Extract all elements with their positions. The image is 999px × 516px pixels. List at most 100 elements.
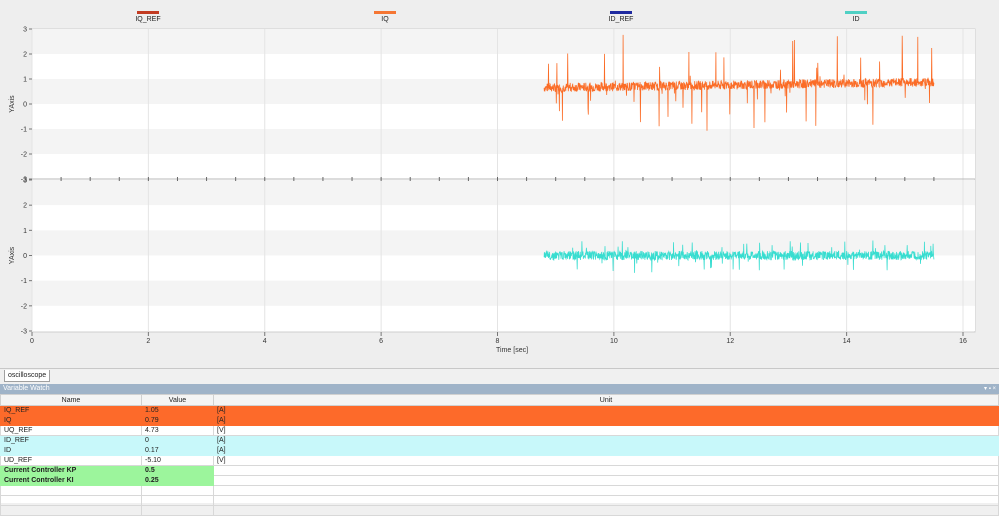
grid-band — [32, 104, 975, 129]
y-tick-label: -1 — [21, 127, 27, 134]
variable-watch-titlebar: Variable Watch ▾ ▪ × — [0, 384, 999, 394]
watch-cell-unit[interactable]: [V] — [213, 425, 999, 436]
y-axis-label: YAxis — [9, 246, 16, 264]
legend-swatch — [610, 11, 632, 14]
grid-band — [32, 230, 975, 256]
watch-cell-name[interactable]: UQ_REF — [0, 425, 142, 436]
watch-cell-name[interactable]: UD_REF — [0, 455, 142, 466]
legend-item[interactable]: IQ_REF — [118, 11, 178, 23]
x-tick-label: 6 — [379, 338, 383, 345]
x-tick-label: 10 — [610, 338, 618, 345]
x-axis-label: Time [sec] — [496, 347, 528, 354]
watch-empty-cell — [213, 505, 999, 516]
oscilloscope-panel: 3 2 1 0 -1 -2 -3 YAxis 3 2 1 0 -1 -2 -3 YAxis 0 2 4 6 8 10 12 1… — [0, 0, 999, 370]
grid-band — [32, 180, 975, 206]
x-tick-label: 0 — [30, 338, 34, 345]
tab-bar: oscilloscope — [0, 368, 999, 383]
grid-band — [32, 305, 975, 331]
grid-band — [32, 255, 975, 281]
watch-empty-cell — [213, 485, 999, 496]
x-tick-label: 12 — [726, 338, 734, 345]
y-tick-label: -3 — [21, 329, 27, 336]
x-tick-label: 8 — [496, 338, 500, 345]
watch-cell-value[interactable]: 4.73 — [141, 425, 214, 436]
watch-empty-cell — [0, 485, 142, 496]
legend-item[interactable]: ID_REF — [591, 11, 651, 23]
x-tick-label: 14 — [843, 338, 851, 345]
legend-swatch — [137, 11, 159, 14]
watch-empty-cell — [141, 495, 214, 506]
y-tick-label: 2 — [23, 52, 27, 59]
y-tick-label: 2 — [23, 203, 27, 210]
watch-cell-name[interactable]: IQ_REF — [0, 405, 142, 416]
watch-cell-name[interactable]: ID — [0, 445, 142, 456]
grid-band — [32, 129, 975, 154]
y-tick-label: 3 — [23, 178, 27, 185]
watch-cell-name[interactable]: Current Controller KI — [0, 475, 142, 486]
panel-controls[interactable]: ▾ ▪ × — [984, 384, 996, 394]
watch-row[interactable]: Current Controller KI 0.25 — [0, 475, 999, 486]
oscilloscope-chart: 3210-1-2-3YAxis3210-1-2-3YAxis0 2 4 6 8 10 12 1… — [9, 27, 976, 354]
variable-watch-table: Name Value Unit IQ_REF 1.05 [A] IQ 0.79 [A] UQ… — [0, 394, 999, 516]
y-tick-label: -1 — [21, 278, 27, 285]
watch-row[interactable]: UQ_REF 4.73 [V] — [0, 425, 999, 436]
watch-empty-row — [0, 505, 999, 516]
legend-swatch — [374, 11, 396, 14]
y-tick-label: 3 — [23, 27, 27, 34]
y-tick-label: 0 — [23, 102, 27, 109]
grid-band — [32, 205, 975, 231]
watch-empty-cell — [0, 495, 142, 506]
legend-label: IQ_REF — [135, 16, 161, 23]
y-axis-label: YAxis — [9, 95, 16, 113]
watch-cell-unit[interactable]: [A] — [213, 405, 999, 416]
watch-cell-unit[interactable] — [213, 475, 999, 486]
variable-watch-title: Variable Watch — [3, 385, 50, 392]
watch-empty-cell — [141, 505, 214, 516]
grid-band — [32, 154, 975, 179]
variable-watch-panel: Variable Watch ▾ ▪ × Name Value Unit IQ_… — [0, 384, 999, 516]
column-header-unit[interactable]: Unit — [213, 394, 999, 406]
watch-cell-unit[interactable] — [213, 465, 999, 476]
grid-band — [32, 29, 975, 54]
y-tick-label: -2 — [21, 152, 27, 159]
watch-cell-unit[interactable]: [A] — [213, 435, 999, 446]
watch-cell-value[interactable]: 0.79 — [141, 415, 214, 426]
column-header-name[interactable]: Name — [0, 394, 142, 406]
watch-empty-cell — [0, 505, 142, 516]
x-tick-label: 16 — [959, 338, 967, 345]
watch-cell-value[interactable]: 0.25 — [141, 475, 214, 486]
column-header-value[interactable]: Value — [141, 394, 214, 406]
tab-oscilloscope[interactable]: oscilloscope — [4, 370, 51, 382]
legend-item[interactable]: ID — [826, 11, 886, 23]
watch-cell-value[interactable]: 0.17 — [141, 445, 214, 456]
watch-empty-row — [0, 485, 999, 496]
watch-empty-row — [0, 495, 999, 506]
legend-label: ID — [852, 16, 860, 23]
watch-empty-cell — [213, 495, 999, 506]
legend-item[interactable]: IQ — [355, 11, 415, 23]
grid-band — [32, 54, 975, 79]
watch-cell-value[interactable]: 0 — [141, 435, 214, 446]
x-tick-label: 4 — [263, 338, 267, 345]
x-tick-label: 2 — [146, 338, 150, 345]
watch-row[interactable]: IQ 0.79 [A] — [0, 415, 999, 426]
watch-cell-value[interactable]: 0.5 — [141, 465, 214, 476]
watch-cell-unit[interactable]: [A] — [213, 415, 999, 426]
watch-row[interactable]: IQ_REF 1.05 [A] — [0, 405, 999, 416]
watch-cell-value[interactable]: 1.05 — [141, 405, 214, 416]
grid-band — [32, 280, 975, 306]
watch-cell-name[interactable]: Current Controller KP — [0, 465, 142, 476]
legend-swatch — [845, 11, 867, 14]
watch-row[interactable]: UD_REF -5.10 [V] — [0, 455, 999, 466]
watch-cell-name[interactable]: ID_REF — [0, 435, 142, 446]
watch-row[interactable]: Current Controller KP 0.5 — [0, 465, 999, 476]
watch-empty-cell — [141, 485, 214, 496]
legend-label: ID_REF — [608, 16, 634, 23]
watch-row[interactable]: ID 0.17 [A] — [0, 445, 999, 456]
watch-cell-value[interactable]: -5.10 — [141, 455, 214, 466]
watch-cell-name[interactable]: IQ — [0, 415, 142, 426]
y-tick-label: -2 — [21, 303, 27, 310]
watch-cell-unit[interactable]: [V] — [213, 455, 999, 466]
watch-cell-unit[interactable]: [A] — [213, 445, 999, 456]
watch-row[interactable]: ID_REF 0 [A] — [0, 435, 999, 446]
